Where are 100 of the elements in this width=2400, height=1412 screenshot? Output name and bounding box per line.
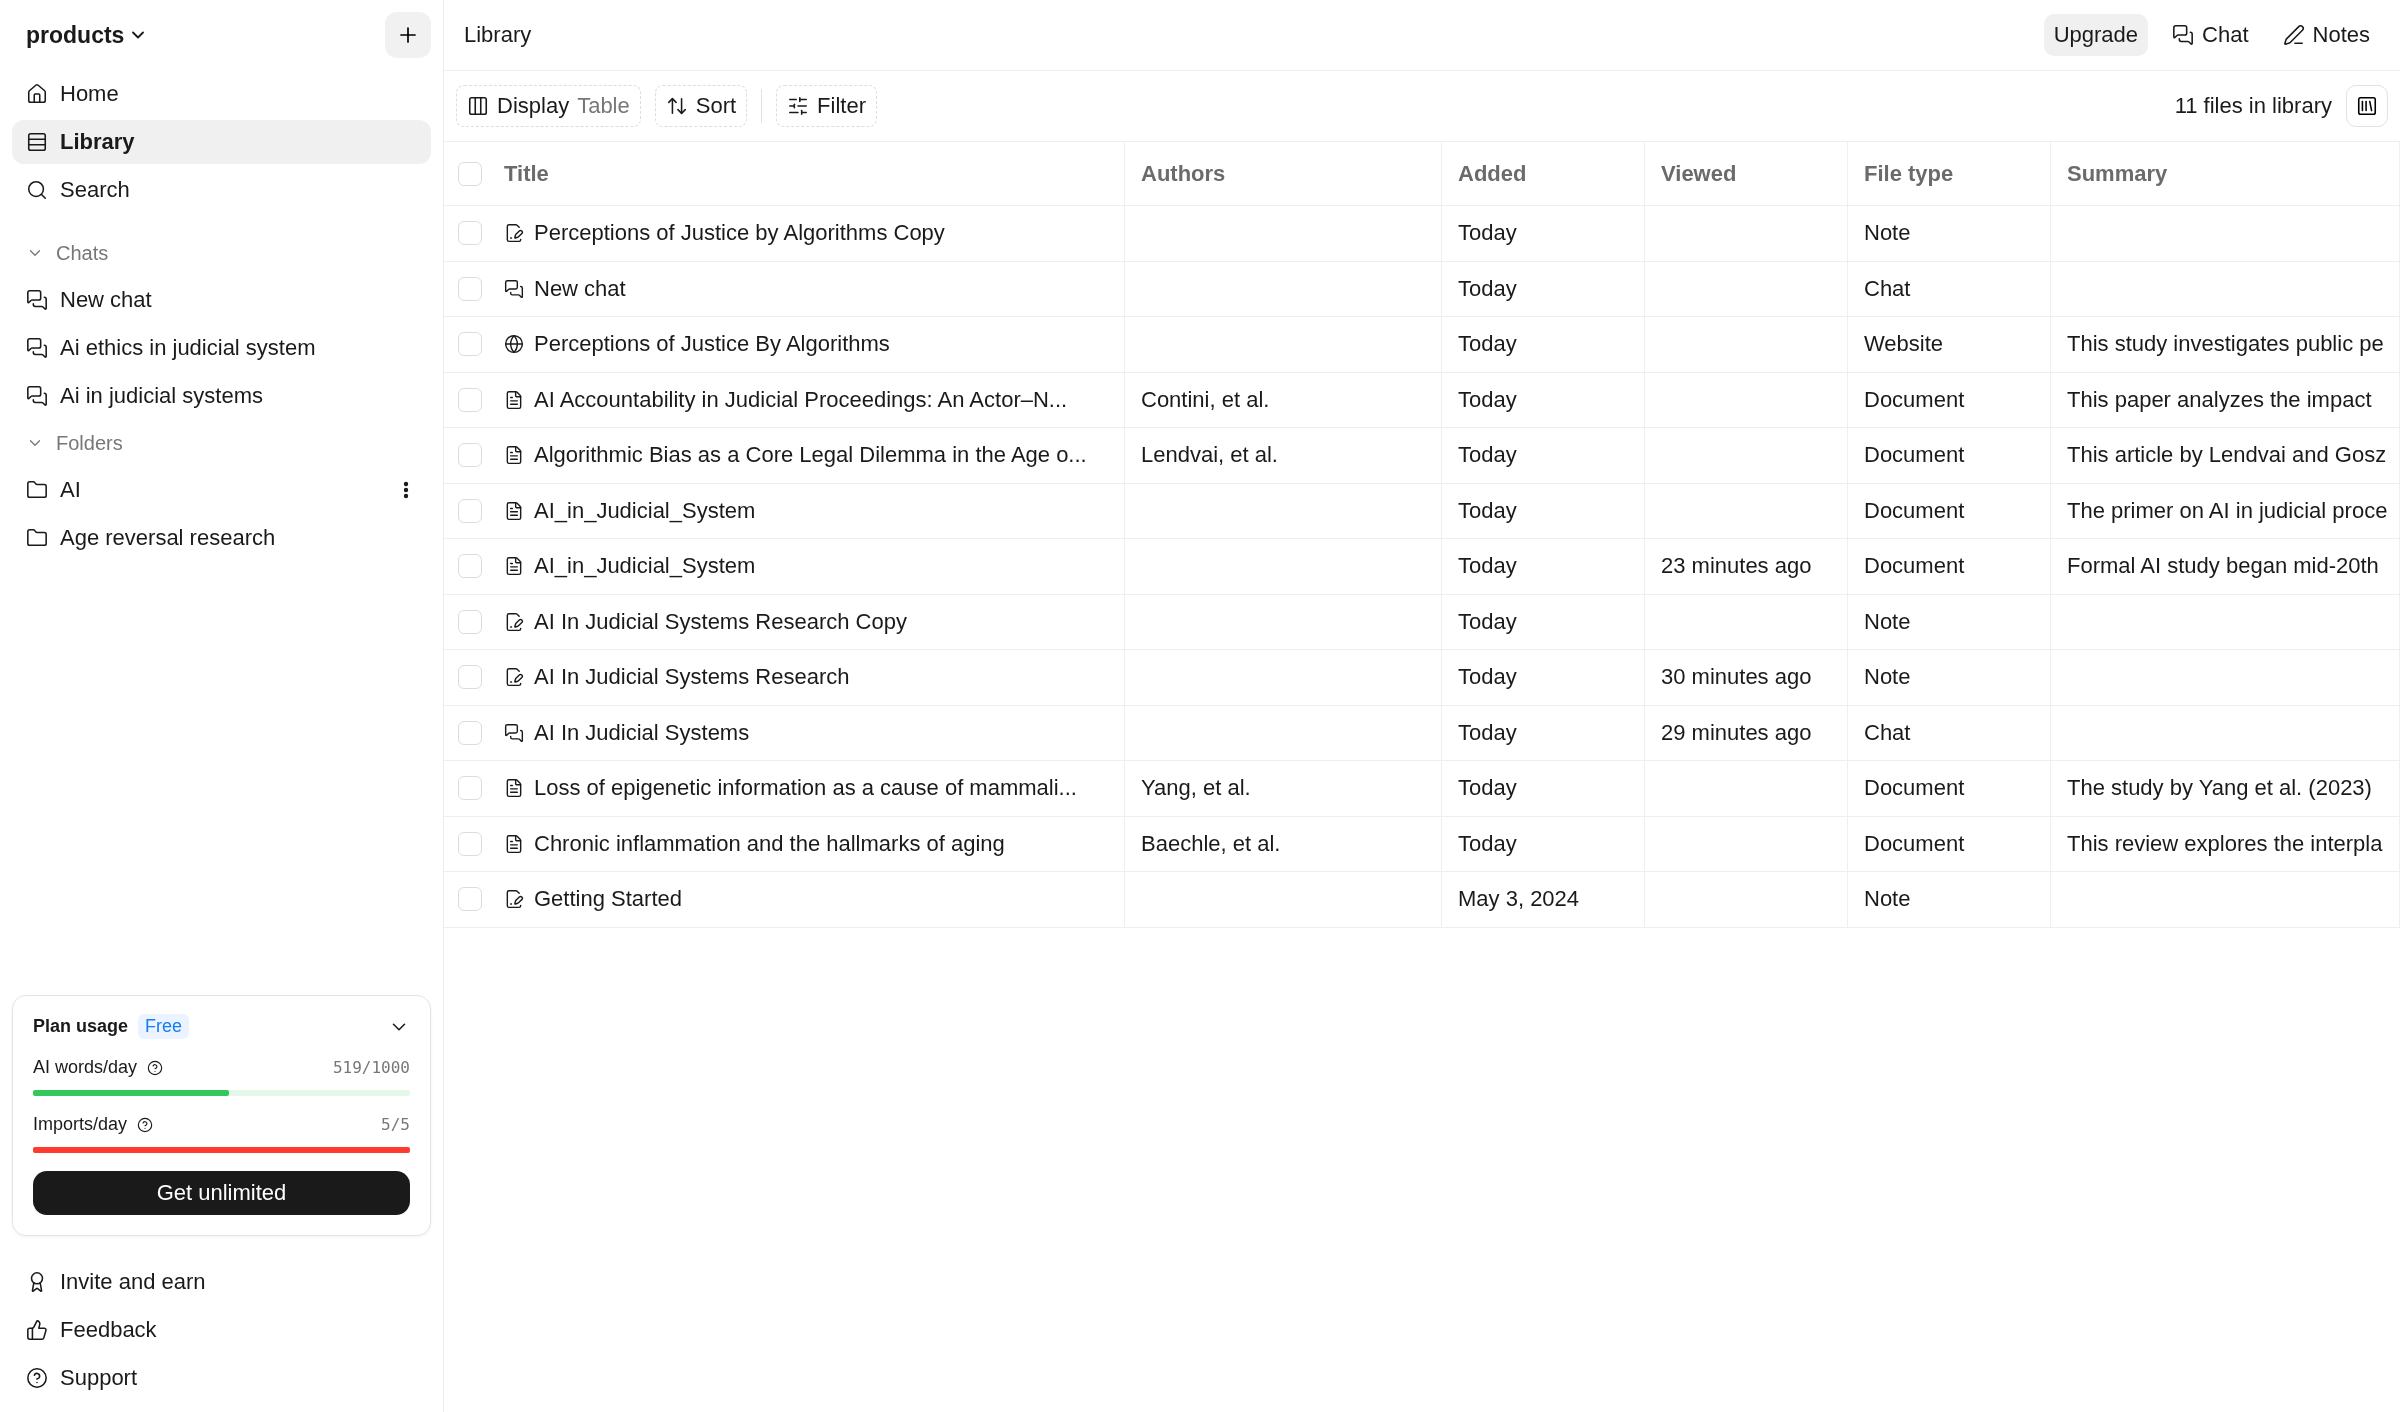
- file-type-cell: Note: [1848, 872, 2051, 928]
- file-type-cell: Chat: [1848, 705, 2051, 761]
- document-icon: [504, 445, 524, 466]
- sort-button[interactable]: Sort: [654, 85, 748, 127]
- added-cell: Today: [1442, 594, 1645, 650]
- title-cell[interactable]: Loss of epigenetic information as a cause of mammali...: [534, 775, 1077, 802]
- sort-icon: [665, 95, 688, 117]
- checkbox[interactable]: [458, 887, 482, 912]
- summary-cell: Formal AI study began mid-20th: [2051, 539, 2400, 595]
- checkbox[interactable]: [458, 831, 482, 856]
- chat-icon: [504, 722, 524, 743]
- checkbox[interactable]: [458, 387, 482, 412]
- checkbox[interactable]: [458, 161, 482, 186]
- sidebar-item[interactable]: Feedback: [12, 1308, 431, 1352]
- sidebar-item-label: AI: [60, 477, 81, 503]
- checkbox[interactable]: [458, 221, 482, 246]
- checkbox[interactable]: [458, 720, 482, 745]
- display-button[interactable]: Display Table: [456, 85, 641, 127]
- library-icon: [2356, 95, 2378, 117]
- checkbox[interactable]: [458, 554, 482, 579]
- sidebar-item[interactable]: Home: [12, 72, 431, 116]
- file-type-cell: Website: [1848, 317, 2051, 373]
- plan-badge: Free: [138, 1014, 190, 1039]
- folder-icon: [26, 527, 48, 549]
- summary-cell: This study investigates public pe: [2051, 317, 2400, 373]
- sidebar-item[interactable]: AI: [12, 468, 431, 512]
- checkbox[interactable]: [458, 776, 482, 801]
- column-header[interactable]: Viewed: [1645, 142, 1848, 206]
- sidebar-item-label: Invite and earn: [60, 1269, 206, 1295]
- file-type-cell: Document: [1848, 539, 2051, 595]
- sidebar-item[interactable]: Search: [12, 168, 431, 212]
- added-cell: Today: [1442, 483, 1645, 539]
- column-header[interactable]: Title: [504, 160, 549, 187]
- get-unlimited-button[interactable]: Get unlimited: [33, 1171, 410, 1215]
- library-view-button[interactable]: [2346, 85, 2388, 127]
- column-header[interactable]: Authors: [1125, 142, 1442, 206]
- sidebar-item[interactable]: Age reversal research: [12, 516, 431, 560]
- sidebar-item-label: Support: [60, 1365, 138, 1391]
- chat-button[interactable]: Chat: [2162, 14, 2259, 56]
- title-cell[interactable]: Algorithmic Bias as a Core Legal Dilemma in the Age o...: [534, 442, 1087, 469]
- added-cell: Today: [1442, 705, 1645, 761]
- title-cell[interactable]: AI In Judicial Systems Research Copy: [534, 608, 907, 635]
- sidebar-item[interactable]: Library: [12, 120, 431, 164]
- section-title: Chats: [56, 241, 109, 265]
- added-cell: Today: [1442, 261, 1645, 317]
- added-cell: Today: [1442, 372, 1645, 428]
- section-header[interactable]: Chats: [12, 230, 431, 276]
- title-cell[interactable]: AI In Judicial Systems Research: [534, 664, 850, 691]
- chat-icon: [26, 289, 48, 311]
- plan-title: Plan usage: [33, 1016, 129, 1037]
- document-icon: [504, 833, 524, 854]
- filter-button[interactable]: Filter: [776, 85, 877, 127]
- added-cell: Today: [1442, 650, 1645, 706]
- summary-cell: The study by Yang et al. (2023): [2051, 761, 2400, 817]
- add-button[interactable]: [385, 12, 431, 58]
- file-type-cell: Chat: [1848, 261, 2051, 317]
- sidebar-item[interactable]: New chat: [12, 278, 431, 322]
- help-icon: [137, 1116, 154, 1133]
- upgrade-button[interactable]: Upgrade: [2043, 14, 2149, 56]
- chat-icon: [2172, 24, 2195, 46]
- document-icon: [504, 778, 524, 799]
- notes-button[interactable]: Notes: [2272, 14, 2380, 56]
- checkbox[interactable]: [458, 332, 482, 357]
- column-header[interactable]: Added: [1442, 142, 1645, 206]
- home-icon: [26, 83, 48, 105]
- more-icon[interactable]: [403, 481, 409, 499]
- checkbox[interactable]: [458, 609, 482, 634]
- title-cell[interactable]: AI In Judicial Systems: [534, 719, 750, 746]
- table-icon: [26, 131, 48, 153]
- checkbox[interactable]: [458, 498, 482, 523]
- column-header[interactable]: Summary: [2051, 142, 2400, 206]
- title-cell[interactable]: Getting Started: [534, 886, 682, 913]
- checkbox[interactable]: [458, 665, 482, 690]
- file-type-cell: Note: [1848, 206, 2051, 262]
- checkbox[interactable]: [458, 276, 482, 301]
- added-cell: Today: [1442, 539, 1645, 595]
- section-header[interactable]: Folders: [12, 420, 431, 466]
- title-cell[interactable]: Perceptions of Justice By Algorithms: [534, 331, 890, 358]
- chat-icon: [26, 385, 48, 407]
- workspace-selector[interactable]: products: [26, 21, 149, 49]
- title-cell[interactable]: AI Accountability in Judicial Proceedings: An Actor–N...: [534, 386, 1068, 413]
- sidebar-item[interactable]: Invite and earn: [12, 1260, 431, 1304]
- title-cell[interactable]: Perceptions of Justice by Algorithms Copy: [534, 220, 945, 247]
- added-cell: Today: [1442, 317, 1645, 373]
- file-type-cell: Document: [1848, 816, 2051, 872]
- file-type-cell: Document: [1848, 483, 2051, 539]
- sidebar-item[interactable]: Support: [12, 1356, 431, 1400]
- title-cell[interactable]: AI_in_Judicial_System: [534, 497, 756, 524]
- title-cell[interactable]: AI_in_Judicial_System: [534, 553, 756, 580]
- sidebar-item[interactable]: Ai in judicial systems: [12, 374, 431, 418]
- sidebar-item[interactable]: Ai ethics in judicial system: [12, 326, 431, 370]
- document-icon: [504, 556, 524, 577]
- checkbox[interactable]: [458, 443, 482, 468]
- document-icon: [504, 389, 524, 410]
- summary-cell: This article by Lendvai and Gosz: [2051, 428, 2400, 484]
- title-cell[interactable]: Chronic inflammation and the hallmarks of aging: [534, 830, 1005, 857]
- pen-icon: [2282, 24, 2305, 46]
- column-header[interactable]: File type: [1848, 142, 2051, 206]
- title-cell[interactable]: New chat: [534, 275, 626, 302]
- search-icon: [26, 179, 48, 201]
